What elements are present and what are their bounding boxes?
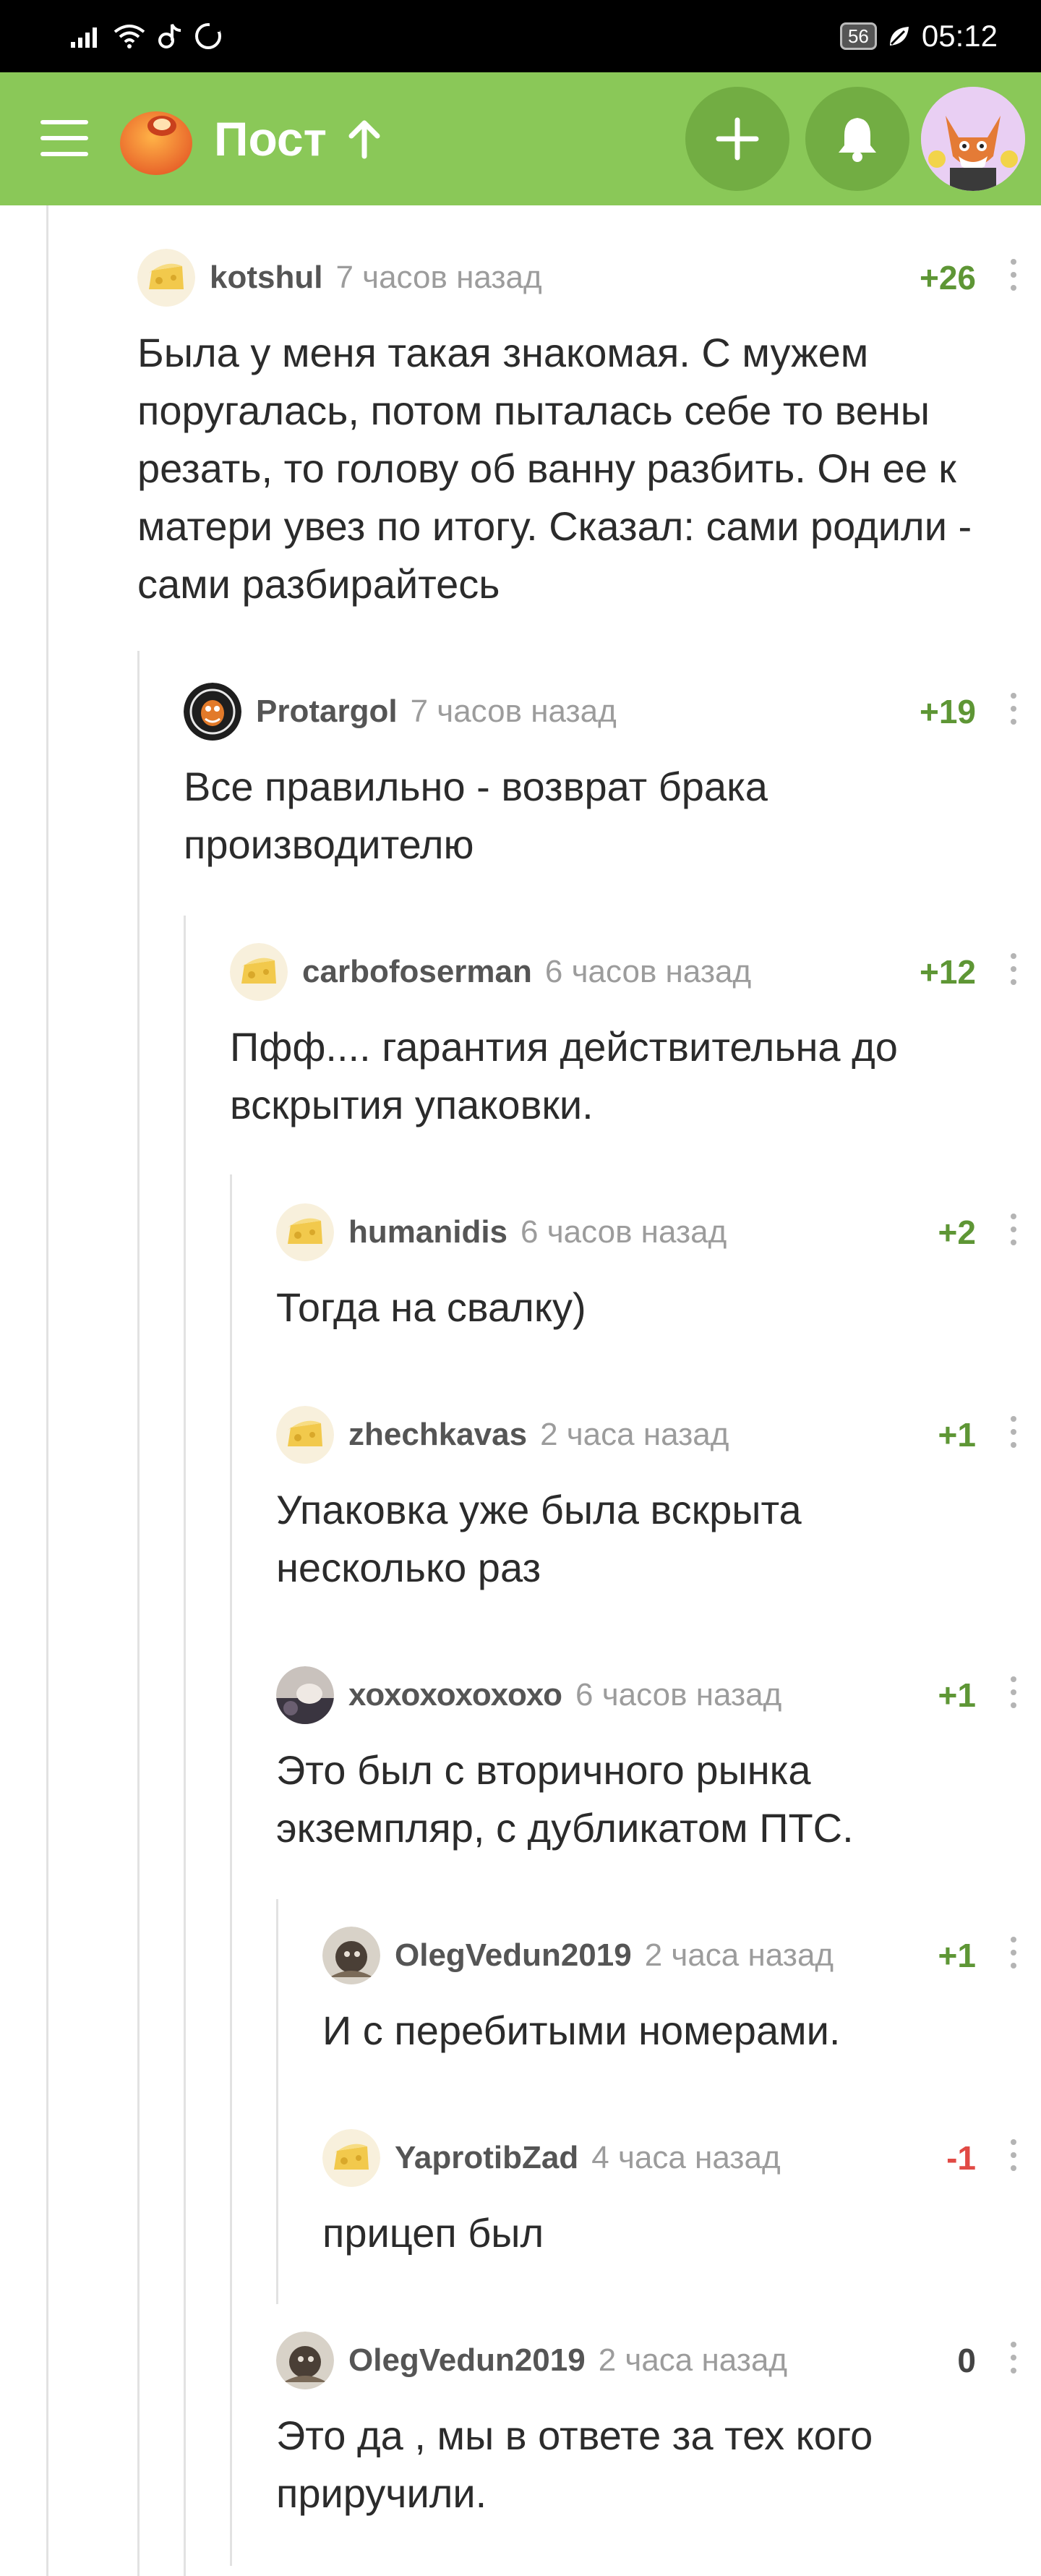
comment-time: 2 часа назад xyxy=(540,1417,729,1452)
thread-line-level-2 xyxy=(184,916,186,2576)
photo-avatar-icon[interactable] xyxy=(322,1927,380,1984)
scroll-up-arrow-icon[interactable] xyxy=(344,117,385,161)
protargol-avatar-icon[interactable] xyxy=(184,683,241,741)
tiktok-notification-icon xyxy=(158,24,181,48)
thread-line-level-1 xyxy=(137,651,140,2576)
battery-indicator: 56 xyxy=(839,22,877,50)
cheese-avatar-icon[interactable] xyxy=(230,943,288,1001)
comment-text: Тогда на свалку) xyxy=(276,1284,586,1330)
app-header: Пост xyxy=(0,72,1041,205)
cheese-avatar-icon[interactable] xyxy=(276,1203,334,1261)
user-avatar[interactable] xyxy=(921,87,1025,191)
more-options-icon[interactable] xyxy=(1006,1937,1021,1976)
more-options-icon[interactable] xyxy=(1006,1214,1021,1253)
comment-header: humanidis 6 часов назад +2 xyxy=(276,1203,1041,1261)
comment-time: 2 часа назад xyxy=(644,1937,834,1973)
comment-text: Пфф.... гарантия действительна до вскрыт… xyxy=(230,1024,898,1127)
leaf-icon xyxy=(889,27,909,46)
more-options-icon[interactable] xyxy=(1006,1416,1021,1455)
comment-header: OlegVedun2019 2 часа назад +1 xyxy=(322,1927,1041,1984)
fox-avatar-icon xyxy=(921,87,1025,191)
comment-rating: -1 xyxy=(946,2139,976,2177)
comment-header: OlegVedun2019 2 часа назад 0 xyxy=(276,2332,1041,2389)
comment-author[interactable]: хохохохохохо xyxy=(348,1677,562,1713)
comment-text: Упаковка уже была вскрыта несколько раз xyxy=(276,1487,802,1590)
comment-author[interactable]: YaprotibZad xyxy=(395,2140,578,2175)
comment-author[interactable]: Protargol xyxy=(256,694,398,729)
comment-time: 6 часов назад xyxy=(544,954,752,989)
comment-time: 4 часа назад xyxy=(591,2140,781,2175)
comment-rating: +1 xyxy=(938,1676,976,1714)
comment-header: carbofoserman 6 часов назад +12 xyxy=(230,943,1041,1001)
comment-rating: 0 xyxy=(957,2342,976,2379)
thread-line-level-0 xyxy=(46,205,48,2576)
comment-header: zhechkavas 2 часа назад +1 xyxy=(276,1406,1041,1464)
page-title: Пост xyxy=(214,112,327,166)
comment-text: прицеп был xyxy=(322,2210,544,2256)
comment-author[interactable]: humanidis xyxy=(348,1214,507,1250)
add-post-button[interactable] xyxy=(685,87,789,191)
status-icons-left xyxy=(69,19,224,54)
hamburger-menu-icon[interactable] xyxy=(40,120,88,158)
thread-line-level-4 xyxy=(276,1899,278,2304)
cheese-avatar-icon[interactable] xyxy=(137,249,195,307)
status-icons-right: 56 05:12 xyxy=(839,16,998,56)
more-options-icon[interactable] xyxy=(1006,1676,1021,1715)
comment-rating: +1 xyxy=(938,1937,976,1974)
comment-rating: +26 xyxy=(919,259,976,297)
more-options-icon[interactable] xyxy=(1006,259,1021,298)
comment-author[interactable]: zhechkavas xyxy=(348,1417,527,1452)
comment-text: Это был с вторичного рынка экземпляр, с … xyxy=(276,1747,854,1851)
comment-time: 7 часов назад xyxy=(410,694,617,729)
signal-icon xyxy=(71,27,97,48)
status-bar: 56 05:12 xyxy=(0,0,1041,72)
cheese-avatar-icon[interactable] xyxy=(322,2129,380,2187)
comment-author[interactable]: kotshul xyxy=(210,260,322,295)
wifi-icon xyxy=(113,25,145,48)
comment-text: Все правильно - возврат брака производит… xyxy=(184,764,768,867)
notifications-button[interactable] xyxy=(805,87,909,191)
comment-rating: +19 xyxy=(919,693,976,730)
comment-time: 7 часов назад xyxy=(335,260,542,295)
more-options-icon[interactable] xyxy=(1006,693,1021,732)
bell-icon xyxy=(839,118,876,162)
clock: 05:12 xyxy=(921,19,998,53)
comment-rating: +12 xyxy=(919,953,976,991)
comment-time: 6 часов назад xyxy=(575,1677,782,1713)
photo-avatar-icon[interactable] xyxy=(276,2332,334,2389)
comment-header: YaprotibZad 4 часа назад -1 xyxy=(322,2129,1041,2187)
more-options-icon[interactable] xyxy=(1006,2139,1021,2178)
pikabu-logo-icon xyxy=(120,111,192,175)
comment-author[interactable]: OlegVedun2019 xyxy=(395,1937,632,1973)
plus-icon xyxy=(716,117,759,161)
comment-header: Protargol 7 часов назад +19 xyxy=(184,683,1041,741)
comment-rating: +2 xyxy=(938,1214,976,1251)
comment-time: 2 часа назад xyxy=(598,2342,788,2378)
comment-text: Была у меня такая знакомая. С мужем пору… xyxy=(137,330,972,607)
cheese-avatar-icon[interactable] xyxy=(276,1406,334,1464)
comment-text: И с перебитыми номерами. xyxy=(322,2008,841,2053)
comment-author[interactable]: carbofoserman xyxy=(302,954,532,989)
comment-text: Это да , мы в ответе за тех кого приручи… xyxy=(276,2413,873,2516)
comment-header: kotshul 7 часов назад +26 xyxy=(137,249,1041,307)
sync-icon xyxy=(195,22,221,49)
more-options-icon[interactable] xyxy=(1006,953,1021,992)
comment-header: хохохохохохо 6 часов назад +1 xyxy=(276,1666,1041,1724)
comment-author[interactable]: OlegVedun2019 xyxy=(348,2342,586,2378)
thread-line-level-3 xyxy=(230,1174,232,2566)
more-options-icon[interactable] xyxy=(1006,2342,1021,2381)
photo-avatar-icon[interactable] xyxy=(276,1666,334,1724)
comment-time: 6 часов назад xyxy=(520,1214,727,1250)
comment-rating: +1 xyxy=(938,1416,976,1454)
